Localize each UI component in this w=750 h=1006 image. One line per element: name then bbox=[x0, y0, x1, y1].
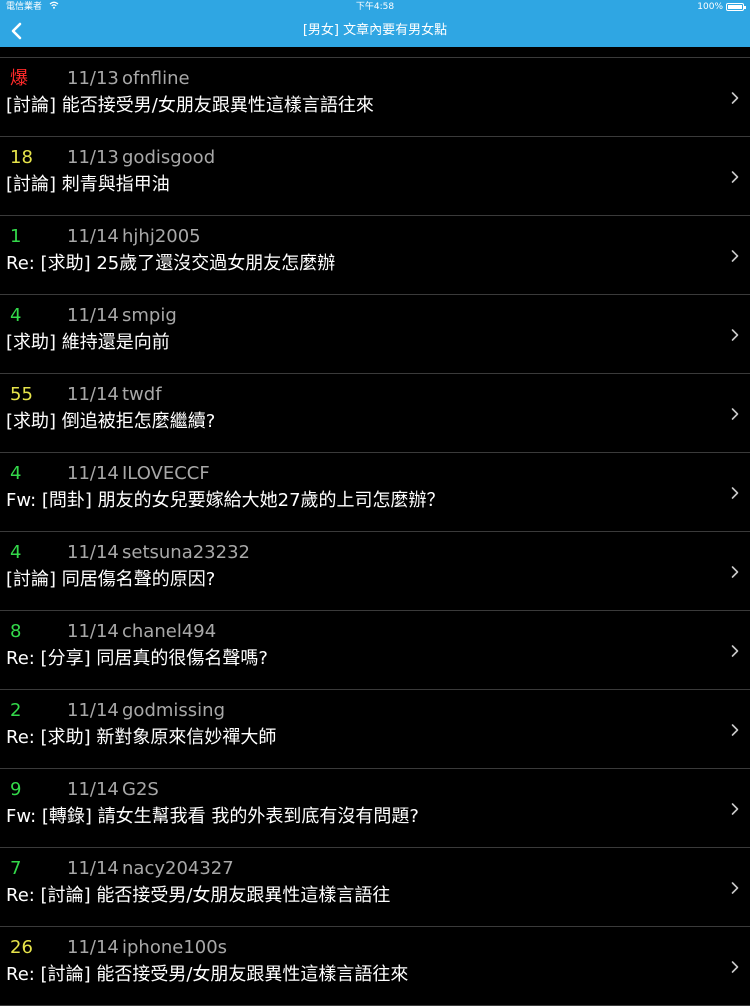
post-title: Re: [求助] 新對象原來信妙禪大師 bbox=[6, 727, 277, 748]
post-date: 11/14 bbox=[67, 542, 119, 563]
post-title: Fw: [轉錄] 請女生幫我看 我的外表到底有沒有問題? bbox=[6, 806, 419, 827]
post-row[interactable]: 26 11/14 iphone100s Re: [討論] 能否接受男/女朋友跟異性這樣… bbox=[0, 927, 750, 1006]
push-count: 4 bbox=[10, 463, 22, 484]
post-date: 11/14 bbox=[67, 305, 119, 326]
post-date: 11/14 bbox=[67, 700, 119, 721]
post-meta: 爆 11/13 ofnfline bbox=[10, 68, 190, 90]
post-meta: 4 11/14 smpig bbox=[10, 305, 177, 327]
push-count: 26 bbox=[10, 937, 33, 958]
post-title: Re: [討論] 能否接受男/女朋友跟異性這樣言語往來 bbox=[6, 964, 409, 985]
post-title: [討論] 同居傷名聲的原因? bbox=[6, 569, 216, 590]
post-row[interactable]: 4 11/14 smpig [求助] 維持還是向前 bbox=[0, 295, 750, 374]
post-author: ofnfline bbox=[122, 68, 190, 89]
post-title: Re: [求助] 25歲了還沒交過女朋友怎麼辦 bbox=[6, 253, 336, 274]
post-date: 11/14 bbox=[67, 463, 119, 484]
chevron-right-icon bbox=[730, 801, 740, 815]
post-title: [討論] 能否接受男/女朋友跟異性這樣言語往來 bbox=[6, 95, 374, 116]
post-title: [求助] 倒追被拒怎麼繼續? bbox=[6, 411, 216, 432]
post-date: 11/13 bbox=[67, 68, 119, 89]
post-author: twdf bbox=[122, 384, 162, 405]
post-meta: 2 11/14 godmissing bbox=[10, 700, 225, 722]
battery-icon bbox=[726, 3, 746, 11]
post-date: 11/13 bbox=[67, 147, 119, 168]
chevron-right-icon bbox=[730, 880, 740, 894]
push-count: 9 bbox=[10, 779, 22, 800]
push-count: 4 bbox=[10, 305, 22, 326]
post-meta: 55 11/14 twdf bbox=[10, 384, 162, 406]
post-date: 11/14 bbox=[67, 779, 119, 800]
battery-indicator: 100% bbox=[697, 0, 746, 14]
push-count: 55 bbox=[10, 384, 33, 405]
post-author: G2S bbox=[122, 779, 159, 800]
post-meta: 1 11/14 hjhj2005 bbox=[10, 226, 201, 248]
post-row[interactable]: 55 11/14 twdf [求助] 倒追被拒怎麼繼續? bbox=[0, 374, 750, 453]
push-count: 4 bbox=[10, 542, 22, 563]
post-meta: 9 11/14 G2S bbox=[10, 779, 159, 801]
chevron-right-icon bbox=[730, 169, 740, 183]
post-meta: 4 11/14 ILOVECCF bbox=[10, 463, 210, 485]
post-meta: 26 11/14 iphone100s bbox=[10, 937, 227, 959]
post-author: iphone100s bbox=[122, 937, 228, 958]
post-title: Fw: [問卦] 朋友的女兒要嫁給大她27歲的上司怎麼辦？ bbox=[6, 490, 445, 511]
board-title: [男女] 文章內要有男女點 bbox=[302, 23, 448, 38]
post-row[interactable]: 8 11/14 chanel494 Re: [分享] 同居真的很傷名聲嗎? bbox=[0, 611, 750, 690]
push-count: 8 bbox=[10, 621, 22, 642]
chevron-right-icon bbox=[730, 90, 740, 104]
post-row[interactable]: 7 11/14 nacy204327 Re: [討論] 能否接受男/女朋友跟異性這樣言… bbox=[0, 848, 750, 927]
post-row[interactable]: 4 11/14 ILOVECCF Fw: [問卦] 朋友的女兒要嫁給大她27歲的上司怎… bbox=[0, 453, 750, 532]
chevron-right-icon bbox=[730, 722, 740, 736]
chevron-right-icon bbox=[730, 643, 740, 657]
push-count: 18 bbox=[10, 147, 33, 168]
post-author: ILOVECCF bbox=[122, 463, 210, 484]
post-date: 11/14 bbox=[67, 384, 119, 405]
push-count: 爆 bbox=[10, 68, 28, 89]
post-date: 11/14 bbox=[67, 858, 119, 879]
post-title: Re: [分享] 同居真的很傷名聲嗎? bbox=[6, 648, 268, 669]
chevron-right-icon bbox=[730, 485, 740, 499]
post-title: [求助] 維持還是向前 bbox=[6, 332, 170, 353]
chevron-right-icon bbox=[730, 248, 740, 262]
post-date: 11/14 bbox=[67, 621, 119, 642]
navigation-bar: [男女] 文章內要有男女點 bbox=[0, 14, 750, 47]
post-list: 爆 11/13 ofnfline [討論] 能否接受男/女朋友跟異性這樣言語往來 18 1… bbox=[0, 57, 750, 1006]
status-time: 下午4:58 bbox=[355, 2, 395, 12]
post-row[interactable]: 9 11/14 G2S Fw: [轉錄] 請女生幫我看 我的外表到底有沒有問題? bbox=[0, 769, 750, 848]
post-meta: 4 11/14 setsuna23232 bbox=[10, 542, 250, 564]
post-meta: 8 11/14 chanel494 bbox=[10, 621, 216, 643]
post-row[interactable]: 2 11/14 godmissing Re: [求助] 新對象原來信妙禪大師 bbox=[0, 690, 750, 769]
post-date: 11/14 bbox=[67, 226, 119, 247]
post-row[interactable]: 4 11/14 setsuna23232 [討論] 同居傷名聲的原因? bbox=[0, 532, 750, 611]
post-author: chanel494 bbox=[122, 621, 217, 642]
push-count: 1 bbox=[10, 226, 22, 247]
chevron-right-icon bbox=[730, 327, 740, 341]
post-date: 11/14 bbox=[67, 937, 119, 958]
post-row[interactable]: 爆 11/13 ofnfline [討論] 能否接受男/女朋友跟異性這樣言語往來 bbox=[0, 58, 750, 137]
chevron-right-icon bbox=[730, 406, 740, 420]
post-row[interactable]: 1 11/14 hjhj2005 Re: [求助] 25歲了還沒交過女朋友怎麼辦 bbox=[0, 216, 750, 295]
post-row[interactable]: 18 11/13 godisgood [討論] 刺青與指甲油 bbox=[0, 137, 750, 216]
chevron-right-icon bbox=[730, 959, 740, 973]
post-author: godisgood bbox=[122, 147, 216, 168]
push-count: 2 bbox=[10, 700, 22, 721]
chevron-right-icon bbox=[730, 564, 740, 578]
post-title: Re: [討論] 能否接受男/女朋友跟異性這樣言語往 bbox=[6, 885, 391, 906]
post-author: smpig bbox=[122, 305, 177, 326]
battery-percent: 100% bbox=[697, 2, 723, 12]
post-author: godmissing bbox=[122, 700, 225, 721]
post-author: nacy204327 bbox=[122, 858, 234, 879]
post-title: [討論] 刺青與指甲油 bbox=[6, 174, 170, 195]
status-bar: 電信業者 下午4:58 100% bbox=[0, 0, 750, 14]
push-count: 7 bbox=[10, 858, 22, 879]
post-meta: 7 11/14 nacy204327 bbox=[10, 858, 234, 880]
post-author: hjhj2005 bbox=[122, 226, 201, 247]
post-author: setsuna23232 bbox=[122, 542, 250, 563]
post-meta: 18 11/13 godisgood bbox=[10, 147, 215, 169]
